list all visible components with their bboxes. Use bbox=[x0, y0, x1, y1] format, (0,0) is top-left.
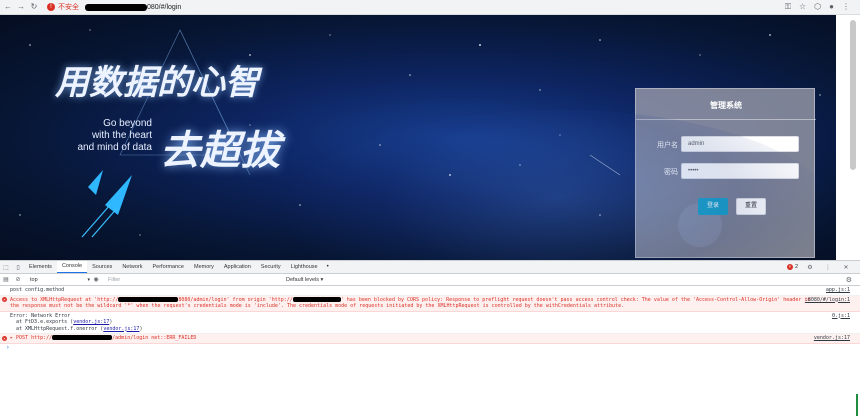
devtools-panel: ⬚ ▯ Elements Console Sources Network Per… bbox=[0, 260, 860, 418]
console-filter-input[interactable]: Filter bbox=[108, 277, 268, 283]
device-toggle-icon[interactable]: ▯ bbox=[12, 264, 24, 271]
redaction bbox=[118, 296, 179, 302]
more-tabs-icon[interactable]: • bbox=[327, 264, 329, 270]
context-select[interactable]: top ▾ bbox=[24, 277, 90, 283]
redaction bbox=[52, 335, 113, 340]
back-icon[interactable]: ← bbox=[3, 0, 13, 14]
stack-link[interactable]: vendor.js:17 bbox=[73, 319, 109, 325]
console-error-message: × ▸ POST http:// /admin/login net::ERR_FA… bbox=[0, 334, 860, 344]
error-text: 8080/admin/login' from origin 'http:// bbox=[178, 296, 293, 303]
error-icon: × bbox=[2, 297, 7, 302]
tab-memory[interactable]: Memory bbox=[189, 261, 219, 273]
menu-icon[interactable]: ⋮ bbox=[842, 0, 850, 14]
devtools-actions: × 2 ⚙ ⋮ ✕ bbox=[786, 264, 852, 271]
console-message: post config.method app.js:1 bbox=[0, 286, 860, 296]
reload-icon[interactable]: ↻ bbox=[29, 0, 39, 14]
slogan-english: Go beyond with the heart and mind of dat… bbox=[70, 118, 153, 154]
inspect-icon[interactable]: ⬚ bbox=[0, 264, 12, 271]
error-text: ' has been blocked by CORS policy: Respo… bbox=[340, 296, 811, 303]
key-icon[interactable]: ⚿ bbox=[785, 0, 791, 14]
tab-console[interactable]: Console bbox=[56, 261, 88, 273]
slogan-english-line: with the heart bbox=[91, 130, 152, 141]
security-warning[interactable]: ! 不安全 bbox=[47, 2, 79, 12]
live-expression-eye-icon[interactable]: ◉ bbox=[90, 276, 102, 283]
error-icon: × bbox=[786, 264, 793, 270]
console-settings-icon[interactable]: ⚙ bbox=[846, 276, 852, 284]
browser-actions: ⚿ ☆ ⬡ ● ⋮ bbox=[785, 0, 850, 14]
close-icon[interactable]: ✕ bbox=[840, 264, 852, 271]
devtools-menu-icon[interactable]: ⋮ bbox=[822, 264, 834, 271]
slogan-calligraphy-line1: 用数据的心智 bbox=[55, 63, 259, 103]
redaction bbox=[292, 296, 341, 302]
sidebar-toggle-icon[interactable]: ▤ bbox=[0, 276, 12, 283]
scroll-indicator bbox=[856, 394, 858, 416]
reset-button[interactable]: 重置 bbox=[736, 198, 766, 215]
tab-application[interactable]: Application bbox=[219, 261, 256, 273]
warning-icon: ! bbox=[47, 3, 55, 11]
clear-console-icon[interactable]: ⊘ bbox=[12, 276, 24, 283]
security-label: 不安全 bbox=[58, 4, 79, 11]
error-count: 2 bbox=[794, 264, 798, 270]
source-link[interactable]: app.js:1 bbox=[826, 287, 850, 294]
error-text: /admin/login net::ERR_FAILED bbox=[112, 335, 197, 341]
login-page-background: 用数据的心智 Go beyond with the heart and mind… bbox=[0, 15, 836, 260]
url-redaction bbox=[85, 3, 147, 11]
log-levels-select[interactable]: Default levels ▾ bbox=[286, 277, 323, 283]
page-scrollbar-track bbox=[836, 15, 860, 260]
tab-lighthouse[interactable]: Lighthouse bbox=[286, 261, 323, 273]
tab-performance[interactable]: Performance bbox=[147, 261, 189, 273]
tab-elements[interactable]: Elements bbox=[24, 261, 57, 273]
slogan-calligraphy-line2: 去超拔 bbox=[160, 127, 280, 174]
page-scrollbar-thumb[interactable] bbox=[850, 20, 856, 170]
context-value: top bbox=[30, 276, 38, 283]
error-text[interactable]: ▸ POST http:// bbox=[10, 335, 52, 341]
error-text: Access to XMLHttpRequest at 'http:// bbox=[10, 296, 119, 303]
console-output: post config.method app.js:1 × Access to … bbox=[0, 286, 860, 418]
address-bar-url[interactable]: 080/#/login bbox=[147, 4, 181, 11]
browser-toolbar: ← → ↻ ! 不安全 080/#/login ⚿ ☆ ⬡ ● ⋮ bbox=[0, 0, 860, 15]
star-icon[interactable]: ☆ bbox=[799, 0, 806, 14]
login-button[interactable]: 登录 bbox=[698, 198, 728, 215]
profile-icon[interactable]: ● bbox=[829, 0, 834, 14]
console-error-message: × Access to XMLHttpRequest at 'http:// 80… bbox=[0, 295, 860, 312]
error-count-badge[interactable]: × 2 bbox=[786, 264, 798, 270]
devtools-tabbar: ⬚ ▯ Elements Console Sources Network Per… bbox=[0, 261, 860, 274]
login-panel: 管理系统 用户名 admin 密码 ••••• 登录 重置 bbox=[635, 88, 816, 258]
error-icon: × bbox=[2, 335, 7, 341]
username-label: 用户名 bbox=[657, 142, 678, 149]
stack-frame: at XMLHttpRequest.f.onerror (vendor.js:1… bbox=[16, 325, 143, 332]
source-link[interactable]: vendor.js:17 bbox=[814, 335, 850, 342]
tab-sources[interactable]: Sources bbox=[87, 261, 117, 273]
password-input[interactable]: ••••• bbox=[681, 163, 799, 179]
tab-security[interactable]: Security bbox=[256, 261, 286, 273]
forward-icon[interactable]: → bbox=[16, 0, 26, 14]
error-text-line2: the response must not be the wildcard '*… bbox=[10, 303, 625, 309]
console-prompt[interactable]: › bbox=[0, 344, 860, 352]
log-text: post config.method bbox=[10, 287, 65, 293]
login-title: 管理系统 bbox=[710, 101, 742, 110]
console-toolbar: ▤ ⊘ top ▾ ◉ Filter Default levels ▾ ⚙ bbox=[0, 274, 860, 286]
settings-gear-icon[interactable]: ⚙ bbox=[804, 264, 816, 271]
source-link[interactable]: :8080/#/login:1 bbox=[805, 297, 850, 304]
password-label: 密码 bbox=[664, 169, 678, 176]
extensions-icon[interactable]: ⬡ bbox=[814, 0, 821, 14]
stack-link[interactable]: vendor.js:17 bbox=[103, 326, 139, 332]
console-message: Error: Network Error at FtD3.e.exports (… bbox=[0, 312, 860, 334]
divider bbox=[636, 119, 816, 120]
tab-network[interactable]: Network bbox=[117, 261, 147, 273]
source-link[interactable]: 0.js:1 bbox=[832, 313, 850, 320]
slogan-english-line: Go beyond bbox=[103, 118, 152, 129]
slogan-english-line: and mind of data bbox=[77, 142, 153, 153]
username-input[interactable]: admin bbox=[681, 136, 799, 152]
